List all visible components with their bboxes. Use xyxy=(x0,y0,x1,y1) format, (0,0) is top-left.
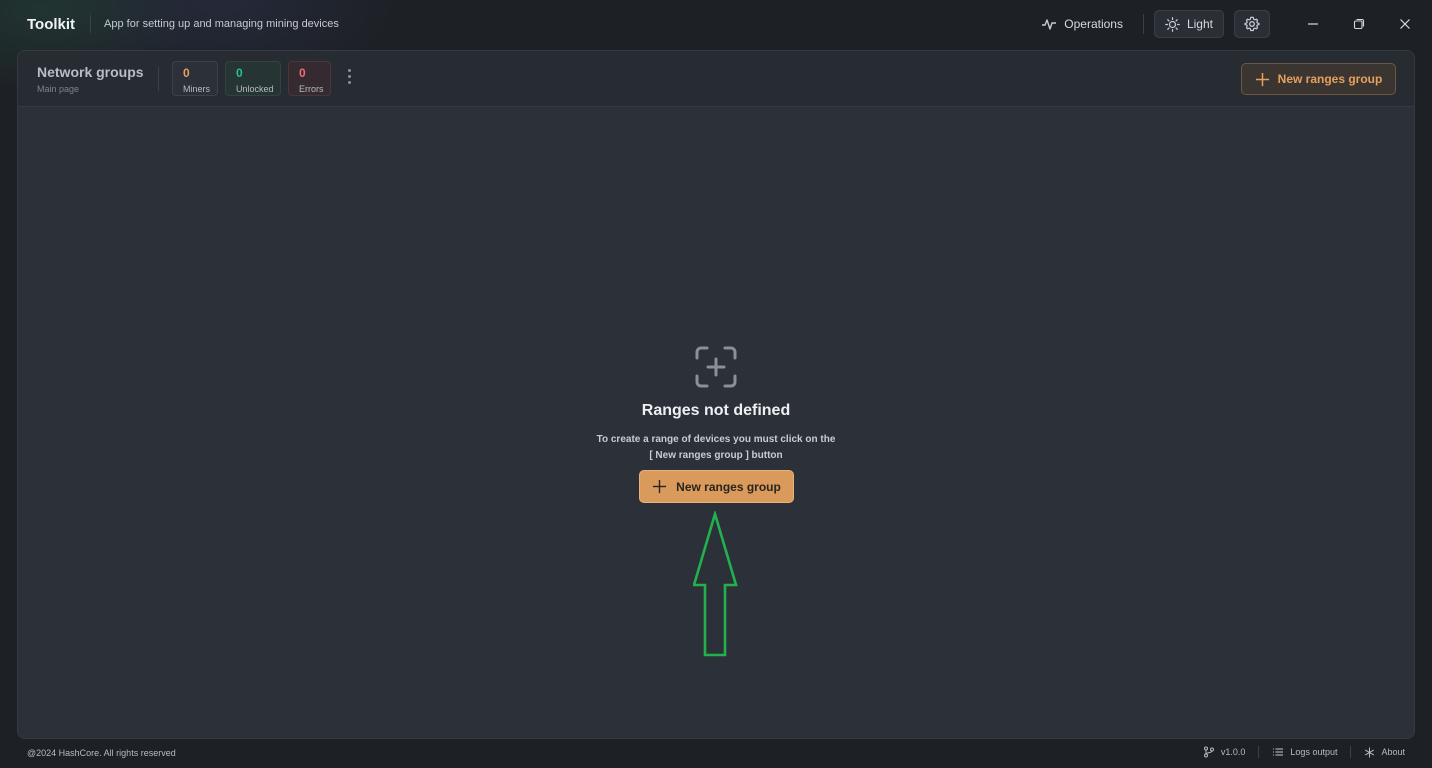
sun-icon xyxy=(1165,16,1180,32)
asterisk-icon xyxy=(1365,746,1375,758)
new-ranges-group-header-button[interactable]: New ranges group xyxy=(1241,63,1396,95)
close-button[interactable] xyxy=(1382,0,1428,48)
add-frame-icon xyxy=(695,346,737,388)
theme-toggle-button[interactable]: Light xyxy=(1153,10,1224,38)
minimize-icon xyxy=(1308,23,1318,25)
list-icon xyxy=(1273,748,1284,756)
title-bar: Toolkit App for setting up and managing … xyxy=(0,0,1432,48)
theme-label: Light xyxy=(1186,17,1213,31)
plus-icon xyxy=(1255,72,1269,86)
panel-header: Network groups Main page 0 Miners 0 Unlo… xyxy=(18,51,1414,107)
version-label: v1.0.0 xyxy=(1220,747,1246,757)
title-divider xyxy=(90,15,92,33)
about-button[interactable]: About xyxy=(1364,746,1405,758)
miners-label: Miners xyxy=(183,84,211,94)
app-name: Toolkit xyxy=(27,15,76,33)
empty-state-description: To create a range of devices you must cl… xyxy=(596,434,836,461)
settings-button[interactable] xyxy=(1234,10,1270,38)
minimize-button[interactable] xyxy=(1290,0,1336,48)
about-label: About xyxy=(1381,747,1405,757)
new-ranges-group-button[interactable]: New ranges group xyxy=(639,470,794,503)
new-ranges-group-header-label: New ranges group xyxy=(1277,72,1383,86)
errors-label: Errors xyxy=(299,84,324,94)
operations-button[interactable]: Operations xyxy=(1041,16,1123,32)
app-subtitle: App for setting up and managing mining d… xyxy=(104,18,339,30)
status-bar-right: v1.0.0 Logs output About xyxy=(1203,746,1405,758)
empty-state: Ranges not defined To create a range of … xyxy=(18,341,1414,464)
git-branch-icon xyxy=(1203,746,1214,758)
logs-output-label: Logs output xyxy=(1290,747,1338,757)
errors-stat-badge: 0 Errors xyxy=(288,61,331,96)
header-divider xyxy=(158,67,159,91)
plus-icon xyxy=(653,479,667,494)
title-controls-divider xyxy=(1142,14,1144,34)
footer-divider xyxy=(1258,746,1260,758)
empty-state-title: Ranges not defined xyxy=(641,402,791,419)
restore-icon xyxy=(1353,18,1365,30)
miners-stat-badge: 0 Miners xyxy=(172,61,218,96)
errors-count: 0 xyxy=(299,66,306,80)
unlocked-stat-badge: 0 Unlocked xyxy=(225,61,281,96)
gear-icon xyxy=(1244,16,1260,32)
activity-icon xyxy=(1042,19,1057,30)
unlocked-count: 0 xyxy=(236,66,243,80)
annotation-arrow-icon xyxy=(693,511,738,657)
more-options-icon[interactable] xyxy=(345,69,353,89)
copyright-text: @2024 HashCore. All rights reserved xyxy=(27,748,176,758)
main-panel: Network groups Main page 0 Miners 0 Unlo… xyxy=(17,50,1415,739)
unlocked-label: Unlocked xyxy=(236,84,274,94)
page-subtitle: Main page xyxy=(37,84,80,94)
logs-output-button[interactable]: Logs output xyxy=(1272,746,1337,758)
new-ranges-group-label: New ranges group xyxy=(676,479,781,494)
title-bar-controls: Operations Light xyxy=(1041,0,1432,48)
version-indicator[interactable]: v1.0.0 xyxy=(1203,746,1246,758)
restore-button[interactable] xyxy=(1336,0,1382,48)
operations-label: Operations xyxy=(1064,17,1123,31)
page-title: Network groups xyxy=(37,64,144,80)
status-bar: @2024 HashCore. All rights reserved v1.0… xyxy=(0,740,1432,768)
close-icon xyxy=(1400,19,1410,29)
miners-count: 0 xyxy=(183,66,190,80)
footer-divider xyxy=(1350,746,1352,758)
